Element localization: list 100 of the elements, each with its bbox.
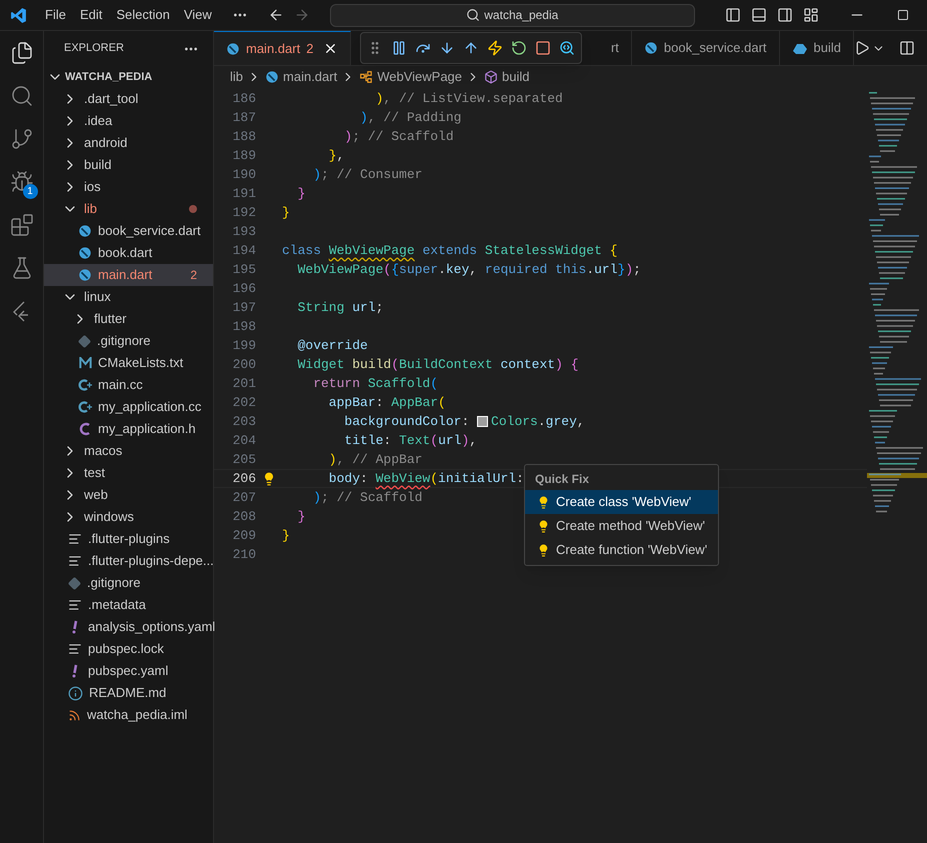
- layout-icon[interactable]: [802, 7, 819, 23]
- file-name: .idea: [84, 112, 112, 130]
- breadcrumb-item[interactable]: main.dart: [283, 67, 338, 87]
- dart-file-icon: [78, 246, 92, 260]
- source-control-icon[interactable]: [10, 127, 34, 151]
- command-center[interactable]: watcha_pedia: [330, 4, 695, 26]
- lightbulb-icon: [537, 520, 550, 532]
- file-tree-item[interactable]: watcha_pedia.iml: [44, 704, 213, 726]
- run-icon[interactable]: [854, 40, 870, 56]
- diamond-icon: [78, 334, 91, 348]
- search-icon[interactable]: [10, 84, 34, 108]
- lightbulb-icon[interactable]: [262, 472, 276, 486]
- line-number: 193: [232, 222, 256, 241]
- step-into-icon[interactable]: [439, 40, 455, 56]
- file-tree-item[interactable]: pubspec.lock: [44, 638, 213, 660]
- code-line: }: [282, 526, 290, 545]
- file-name: watcha_pedia.iml: [87, 706, 188, 724]
- class-icon: [359, 70, 374, 84]
- file-tree-item[interactable]: .idea: [44, 110, 213, 132]
- file-tree-item[interactable]: test: [44, 462, 213, 484]
- file-name: web: [84, 486, 108, 504]
- file-tree-item[interactable]: analysis_options.yaml: [44, 616, 213, 638]
- dart-file-icon: [226, 42, 240, 56]
- c-plus-file-icon: [78, 378, 92, 392]
- stop-icon[interactable]: [535, 40, 551, 56]
- editor-tab[interactable]: build: [780, 31, 854, 65]
- file-tree-item[interactable]: README.md: [44, 682, 213, 704]
- file-tree-item[interactable]: linux: [44, 286, 213, 308]
- file-tree-item[interactable]: .gitignore: [44, 330, 213, 352]
- quick-fix-option[interactable]: Create function 'WebView': [525, 538, 718, 562]
- file-tree-item[interactable]: book.dart: [44, 242, 213, 264]
- c-plus-file-icon: [78, 400, 92, 414]
- lines-icon: [68, 598, 82, 612]
- line-number: 196: [232, 280, 256, 298]
- code-line: },: [328, 146, 344, 165]
- file-name: .metadata: [88, 596, 146, 614]
- menu-item[interactable]: Edit: [74, 3, 108, 27]
- project-header[interactable]: WATCHA_PEDIA: [44, 66, 213, 88]
- panel-left-icon[interactable]: [724, 7, 741, 23]
- file-tree-item[interactable]: book_service.dart: [44, 220, 213, 242]
- file-tree-item[interactable]: .gitignore: [44, 572, 213, 594]
- step-out-icon[interactable]: [463, 40, 479, 56]
- menu-item[interactable]: File: [39, 3, 72, 27]
- breadcrumb-item[interactable]: build: [502, 67, 530, 87]
- menu-item[interactable]: View: [178, 3, 218, 27]
- line-number: 202: [232, 394, 256, 412]
- panel-bottom-icon[interactable]: [750, 7, 767, 23]
- file-tree-item[interactable]: macos: [44, 440, 213, 462]
- rss-icon: [68, 708, 81, 722]
- line-number: 203: [232, 412, 256, 431]
- breadcrumb-item[interactable]: WebViewPage: [377, 67, 462, 87]
- file-tree-item[interactable]: windows: [44, 506, 213, 528]
- quick-fix-option[interactable]: Create class 'WebView': [525, 490, 718, 514]
- lightning-icon[interactable]: [487, 40, 503, 56]
- line-number: 205: [232, 450, 256, 469]
- app-logo-icon: [10, 6, 27, 24]
- dart-file-icon: [78, 224, 92, 238]
- file-name: CMakeLists.txt: [98, 354, 184, 372]
- file-tree-item[interactable]: main.cc: [44, 374, 213, 396]
- file-tree-item[interactable]: flutter: [44, 308, 213, 330]
- panel-right-icon[interactable]: [776, 7, 793, 23]
- code-line: ), // AppBar: [328, 450, 422, 469]
- file-tree-item[interactable]: my_application.cc: [44, 396, 213, 418]
- lines-icon: [68, 642, 82, 656]
- code-line: String url;: [296, 298, 384, 317]
- forward-arrow-icon[interactable]: [294, 7, 310, 23]
- breadcrumb-item[interactable]: lib: [230, 67, 244, 87]
- editor-tab[interactable]: book_service.dart: [632, 31, 780, 65]
- editor-tab[interactable]: main.dart 2: [214, 31, 352, 65]
- split-editor-icon[interactable]: [899, 40, 915, 56]
- file-tree-item[interactable]: .flutter-plugins-depe...: [44, 550, 213, 572]
- pause-icon[interactable]: [391, 40, 407, 56]
- file-tree-item[interactable]: .dart_tool: [44, 88, 213, 110]
- file-name: .dart_tool: [84, 90, 138, 108]
- file-tree-item[interactable]: .metadata: [44, 594, 213, 616]
- back-arrow-icon[interactable]: [268, 7, 284, 23]
- file-tree-item[interactable]: pubspec.yaml: [44, 660, 213, 682]
- magnifier-icon[interactable]: [559, 40, 575, 56]
- file-tree-item[interactable]: android: [44, 132, 213, 154]
- code-line: Widget build(BuildContext context) {: [296, 356, 578, 374]
- files-icon[interactable]: [10, 41, 34, 65]
- file-tree-item[interactable]: build: [44, 154, 213, 176]
- restart-icon[interactable]: [511, 40, 527, 56]
- file-tree-item[interactable]: web: [44, 484, 213, 506]
- line-number: 186: [232, 90, 256, 108]
- code-line: @override: [296, 336, 368, 355]
- line-number: 192: [232, 204, 256, 222]
- file-tree-item[interactable]: my_application.h: [44, 418, 213, 440]
- file-tree-item[interactable]: lib: [44, 198, 213, 220]
- line-number: 197: [232, 298, 256, 317]
- file-tree-item[interactable]: .flutter-plugins: [44, 528, 213, 550]
- file-tree-item[interactable]: ios: [44, 176, 213, 198]
- blocks-icon[interactable]: [10, 213, 34, 237]
- quick-fix-option[interactable]: Create method 'WebView': [525, 514, 718, 538]
- line-number: 195: [232, 260, 256, 279]
- maximize-icon[interactable]: [896, 9, 909, 21]
- menu-item[interactable]: Selection: [110, 3, 176, 27]
- file-tree-item[interactable]: main.dart 2: [44, 264, 213, 286]
- file-tree-item[interactable]: CMakeLists.txt: [44, 352, 213, 374]
- workspace-name: watcha_pedia: [484, 7, 558, 24]
